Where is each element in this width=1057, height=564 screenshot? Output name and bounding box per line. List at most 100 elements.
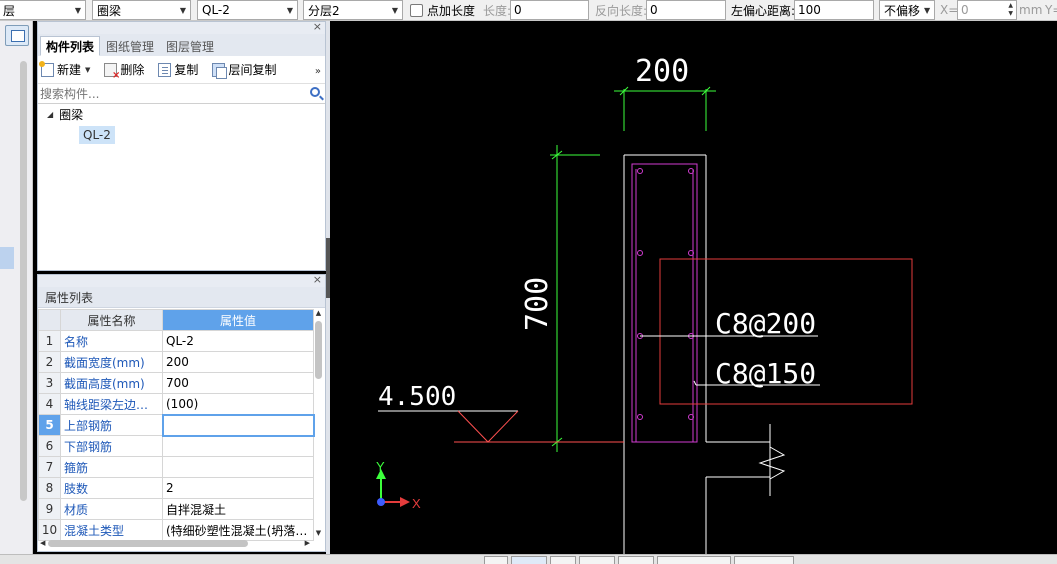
search-input[interactable] bbox=[40, 86, 290, 101]
status-button[interactable] bbox=[618, 556, 654, 564]
left-offset-label: 左偏心距离: bbox=[731, 3, 796, 18]
property-name-header: 属性名称 bbox=[60, 309, 163, 331]
floor-copy-button-label: 层间复制 bbox=[228, 63, 277, 77]
scroll-left-icon[interactable]: ◀ bbox=[40, 539, 45, 547]
property-name: 上部钢筋 bbox=[60, 414, 163, 436]
property-row[interactable]: 3 截面高度(mm) 700 bbox=[38, 372, 314, 394]
copy-icon bbox=[158, 62, 172, 77]
scrollbar-thumb[interactable] bbox=[315, 321, 322, 379]
point-length-label: 点加长度 bbox=[427, 3, 476, 18]
tab-component-list[interactable]: 构件列表 bbox=[40, 36, 101, 56]
floor-combo[interactable]: 层 ▼ bbox=[0, 0, 86, 20]
type-combo-value: 圈梁 bbox=[97, 3, 122, 18]
tree-node-ql-2[interactable]: QL-2 bbox=[79, 126, 115, 144]
expand-triangle-icon[interactable]: ◢ bbox=[47, 110, 53, 119]
scrollbar-thumb[interactable] bbox=[48, 539, 249, 547]
scroll-right-icon[interactable]: ▶ bbox=[305, 539, 310, 547]
property-value[interactable]: 200 bbox=[162, 351, 314, 373]
rebar-label-2: C8@150 bbox=[715, 357, 816, 390]
component-panel-tabs: 构件列表 图纸管理 图层管理 bbox=[38, 34, 325, 56]
close-icon[interactable]: × bbox=[313, 20, 322, 33]
status-button[interactable] bbox=[734, 556, 794, 564]
property-table-body: 1 名称 QL-2 2 截面宽度(mm) 200 3 截面高度(mm) 700 4 轴线距梁左边线.… bbox=[38, 330, 315, 541]
axis-y-label: Y bbox=[376, 459, 385, 474]
layer-combo-value: 分层2 bbox=[308, 3, 340, 18]
row-index: 2 bbox=[38, 351, 61, 373]
x-input[interactable]: 0 ▲ ▼ bbox=[957, 0, 1017, 20]
nav-scrollbar[interactable] bbox=[20, 61, 27, 501]
reverse-length-input[interactable]: 0 bbox=[646, 0, 726, 20]
axis-x-label: X bbox=[412, 496, 421, 511]
chevron-down-icon: ▼ bbox=[924, 5, 931, 15]
property-row[interactable]: 9 材质 自拌混凝土 bbox=[38, 498, 314, 520]
module-icon[interactable] bbox=[5, 25, 29, 46]
more-actions-icon[interactable]: » bbox=[315, 66, 321, 77]
copy-button[interactable]: 复制 bbox=[158, 61, 198, 78]
property-row[interactable]: 7 箍筋 bbox=[38, 456, 314, 478]
tab-layer-manager[interactable]: 图层管理 bbox=[160, 36, 220, 56]
new-file-icon bbox=[39, 60, 54, 77]
scroll-up-icon[interactable]: ▲ bbox=[314, 309, 323, 319]
left-offset-input[interactable]: 100 bbox=[794, 0, 874, 20]
property-value[interactable] bbox=[162, 435, 314, 457]
property-name: 下部钢筋 bbox=[60, 435, 163, 457]
property-value[interactable]: 700 bbox=[162, 372, 314, 394]
component-combo[interactable]: QL-2 ▼ bbox=[197, 0, 298, 20]
row-index-header bbox=[38, 309, 61, 331]
property-panel-titlebar: × bbox=[38, 273, 325, 287]
length-input[interactable]: 0 bbox=[510, 0, 589, 20]
property-name: 肢数 bbox=[60, 477, 163, 499]
property-horizontal-scrollbar[interactable]: ◀ ▶ bbox=[40, 538, 310, 548]
delete-button[interactable]: 删除 bbox=[104, 61, 144, 81]
ucs-axis-icon bbox=[376, 469, 410, 507]
property-value[interactable]: 2 bbox=[162, 477, 314, 499]
new-button-label: 新建 bbox=[57, 63, 82, 77]
point-length-checkbox[interactable] bbox=[410, 3, 423, 17]
nav-selected-item[interactable] bbox=[0, 247, 14, 269]
property-name: 材质 bbox=[60, 498, 163, 520]
type-combo[interactable]: 圈梁 ▼ bbox=[92, 0, 191, 20]
y-label: Y= bbox=[1045, 3, 1057, 17]
search-icon[interactable] bbox=[310, 87, 320, 97]
x-label: X= bbox=[940, 3, 959, 17]
app-window: 层 ▼ 圈梁 ▼ QL-2 ▼ 分层2 ▼ 点加长度 长度: 0 反向长度: 0… bbox=[0, 0, 1057, 564]
property-vertical-scrollbar[interactable]: ▲ ▼ bbox=[314, 309, 323, 539]
status-button[interactable] bbox=[579, 556, 615, 564]
scroll-down-icon[interactable]: ▼ bbox=[314, 529, 323, 539]
status-button[interactable] bbox=[657, 556, 731, 564]
tree-node-label: 圈梁 bbox=[59, 108, 84, 122]
chevron-down-icon: ▼ bbox=[74, 5, 81, 15]
property-row[interactable]: 4 轴线距梁左边线... (100) bbox=[38, 393, 314, 415]
point-length-toggle[interactable]: 点加长度 bbox=[410, 0, 475, 20]
status-button[interactable] bbox=[550, 556, 576, 564]
property-row[interactable]: 2 截面宽度(mm) 200 bbox=[38, 351, 314, 373]
property-row[interactable]: 5 上部钢筋 bbox=[38, 413, 315, 437]
property-row[interactable]: 6 下部钢筋 bbox=[38, 435, 314, 457]
property-value[interactable]: (100) bbox=[162, 393, 314, 415]
chevron-down-icon[interactable]: ▼ bbox=[85, 66, 90, 74]
close-icon[interactable]: × bbox=[313, 273, 322, 286]
unit-label: mm bbox=[1019, 3, 1043, 17]
spinner-icon[interactable]: ▲ ▼ bbox=[1008, 2, 1013, 18]
floor-copy-button[interactable]: 层间复制 bbox=[212, 61, 277, 79]
property-value[interactable]: QL-2 bbox=[162, 330, 314, 352]
status-button[interactable] bbox=[484, 556, 508, 564]
property-name: 截面高度(mm) bbox=[60, 372, 163, 394]
tab-drawing-manager[interactable]: 图纸管理 bbox=[100, 36, 160, 56]
property-table: 属性名称 属性值 1 名称 QL-2 2 截面宽度(mm) 200 3 截面高度(mm) 700… bbox=[38, 309, 315, 541]
property-value[interactable]: 自拌混凝土 bbox=[162, 498, 314, 520]
row-index: 3 bbox=[38, 372, 61, 394]
offset-mode-combo[interactable]: 不偏移 ▼ bbox=[879, 0, 935, 20]
tree-node-ring-beam[interactable]: ◢ 圈梁 bbox=[47, 106, 83, 123]
row-index: 8 bbox=[38, 477, 61, 499]
section-drawing[interactable]: 200 700 C8@200 C8@150 4.500 Y X bbox=[330, 21, 1057, 554]
property-row[interactable]: 1 名称 QL-2 bbox=[38, 330, 314, 352]
new-button[interactable]: 新建 ▼ bbox=[39, 60, 90, 78]
status-button[interactable] bbox=[511, 556, 547, 564]
property-row[interactable]: 8 肢数 2 bbox=[38, 477, 314, 499]
property-value[interactable] bbox=[162, 456, 314, 478]
chevron-down-icon: ▼ bbox=[179, 5, 186, 15]
layer-combo[interactable]: 分层2 ▼ bbox=[303, 0, 403, 20]
drawing-canvas[interactable]: 200 700 C8@200 C8@150 4.500 Y X bbox=[330, 21, 1057, 554]
property-value[interactable] bbox=[161, 413, 315, 437]
